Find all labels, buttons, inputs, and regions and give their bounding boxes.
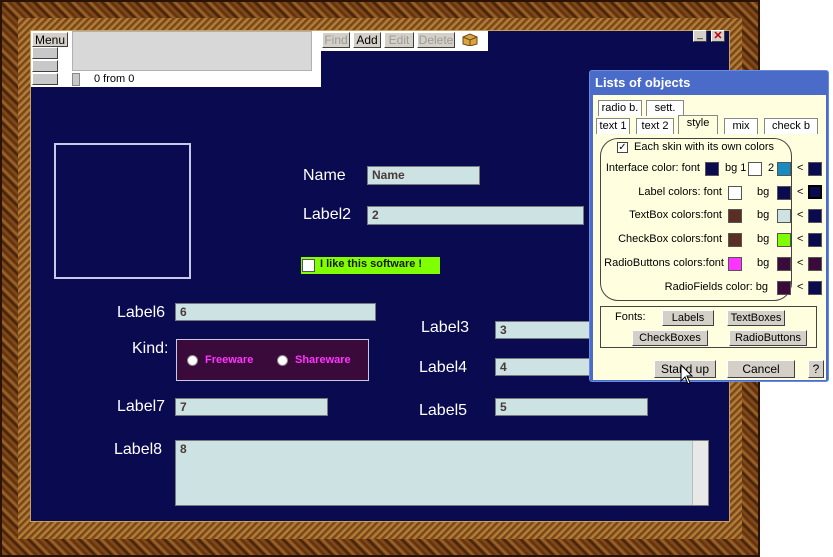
extra-swatch-4[interactable] <box>808 233 822 247</box>
label4: Label4 <box>419 359 468 376</box>
radio-shareware[interactable] <box>277 355 288 366</box>
arrow-left-icon[interactable]: < <box>797 162 805 176</box>
name-label: Name <box>303 167 346 184</box>
label6: Label6 <box>117 304 166 321</box>
label-bg-text: bg <box>757 186 770 198</box>
label8-memo[interactable]: 8 <box>175 440 709 506</box>
label3-field[interactable]: 3 <box>495 321 590 339</box>
memo-scrollbar[interactable] <box>692 441 708 505</box>
radio-freeware-label[interactable]: Freeware <box>205 354 275 368</box>
interface-font-swatch[interactable] <box>705 162 719 176</box>
textbox-bg-swatch[interactable] <box>777 209 791 223</box>
record-counter: 0 from 0 <box>94 73 135 85</box>
radiofields-color-label: RadioFields color: bg <box>664 281 768 293</box>
scroll-handle[interactable] <box>72 73 80 86</box>
radio-freeware[interactable] <box>187 355 198 366</box>
arrow-left-icon[interactable]: < <box>797 209 805 223</box>
delete-button[interactable]: Delete <box>417 32 455 48</box>
nav-next-button[interactable] <box>32 73 58 85</box>
label2-field[interactable]: 2 <box>367 206 584 225</box>
font-radiobuttons-button[interactable]: RadioButtons <box>729 330 807 346</box>
tab-sett[interactable]: sett. <box>646 100 684 116</box>
dialog-title: Lists of objects <box>595 75 691 90</box>
label-font-swatch[interactable] <box>728 186 742 200</box>
find-button[interactable]: Find <box>322 32 350 48</box>
textbox-font-swatch[interactable] <box>728 209 742 223</box>
box-icon[interactable] <box>462 32 478 47</box>
tab-check-b[interactable]: check b <box>764 118 818 134</box>
textbox-bg-text: bg <box>757 209 770 221</box>
own-colors-checkbox[interactable]: ✓ <box>617 142 628 153</box>
add-button[interactable]: Add <box>353 32 381 48</box>
close-icon[interactable]: ✕ <box>711 30 725 42</box>
tab-text-1[interactable]: text 1 <box>596 118 630 134</box>
cancel-button[interactable]: Cancel <box>727 360 795 378</box>
label5: Label5 <box>419 402 468 419</box>
label4-field[interactable]: 4 <box>495 358 590 376</box>
tab-mix[interactable]: mix <box>724 118 758 134</box>
label6-field[interactable]: 6 <box>175 303 376 321</box>
interface-bg2-swatch[interactable] <box>777 162 791 176</box>
label7-field[interactable]: 7 <box>175 398 328 416</box>
name-field[interactable]: Name <box>367 166 480 185</box>
arrow-left-icon[interactable]: < <box>797 257 805 271</box>
edit-button[interactable]: Edit <box>384 32 414 48</box>
radio-shareware-label[interactable]: Shareware <box>295 354 365 368</box>
interface-bg1-swatch[interactable] <box>748 162 762 176</box>
help-button[interactable]: ? <box>808 360 824 378</box>
fonts-label: Fonts: <box>615 311 646 323</box>
extra-swatch-3[interactable] <box>808 209 822 223</box>
checkbox-bg-text: bg <box>757 233 770 245</box>
label8: Label8 <box>114 441 163 458</box>
own-colors-label: Each skin with its own colors <box>634 141 774 153</box>
extra-swatch-2[interactable] <box>808 185 822 199</box>
radio-font-swatch[interactable] <box>728 257 742 271</box>
nav-first-button[interactable] <box>32 47 58 59</box>
checkbox-colors-label: CheckBox colors:font <box>618 233 722 245</box>
extra-swatch-1[interactable] <box>808 162 822 176</box>
like-checkbox[interactable] <box>302 259 315 272</box>
menu-button[interactable]: Menu <box>32 32 68 47</box>
font-checkboxes-button[interactable]: CheckBoxes <box>632 330 708 346</box>
tab-radio-b[interactable]: radio b. <box>598 100 642 116</box>
radiofields-bg-swatch[interactable] <box>777 281 791 295</box>
arrow-left-icon[interactable]: < <box>797 186 805 200</box>
like-checkbox-label: I like this software ! <box>320 258 423 270</box>
label3: Label3 <box>421 319 470 336</box>
label-bg-swatch[interactable] <box>777 186 791 200</box>
label2: Label2 <box>303 206 352 223</box>
tab-text-2[interactable]: text 2 <box>636 118 674 134</box>
checkbox-bg-swatch[interactable] <box>777 233 791 247</box>
nav-prev-button[interactable] <box>32 60 58 72</box>
minimize-icon[interactable]: _ <box>693 30 707 42</box>
extra-swatch-6[interactable] <box>808 281 822 295</box>
label7: Label7 <box>117 398 166 415</box>
mouse-cursor-icon <box>680 363 694 386</box>
extra-swatch-5[interactable] <box>808 257 822 271</box>
arrow-left-icon[interactable]: < <box>797 233 805 247</box>
radio-bg-text: bg <box>757 257 770 269</box>
bg1-label: bg 1 <box>725 162 747 174</box>
picture-box[interactable] <box>54 143 191 279</box>
checkbox-font-swatch[interactable] <box>728 233 742 247</box>
bg2-label: 2 <box>768 162 775 174</box>
label5-field[interactable]: 5 <box>495 398 648 416</box>
interface-color-label: Interface color: font <box>605 162 700 174</box>
kind-label: Kind: <box>132 340 169 357</box>
arrow-left-icon[interactable]: < <box>797 281 805 295</box>
font-labels-button[interactable]: Labels <box>662 310 714 326</box>
record-memo-box[interactable] <box>72 31 312 71</box>
font-textboxes-button[interactable]: TextBoxes <box>727 310 785 326</box>
textbox-colors-label: TextBox colors:font <box>629 209 722 221</box>
radio-colors-label: RadioButtons colors:font <box>604 257 724 269</box>
radio-bg-swatch[interactable] <box>777 257 791 271</box>
tab-style[interactable]: style <box>678 115 718 134</box>
label-colors-label: Label colors: font <box>638 186 722 198</box>
